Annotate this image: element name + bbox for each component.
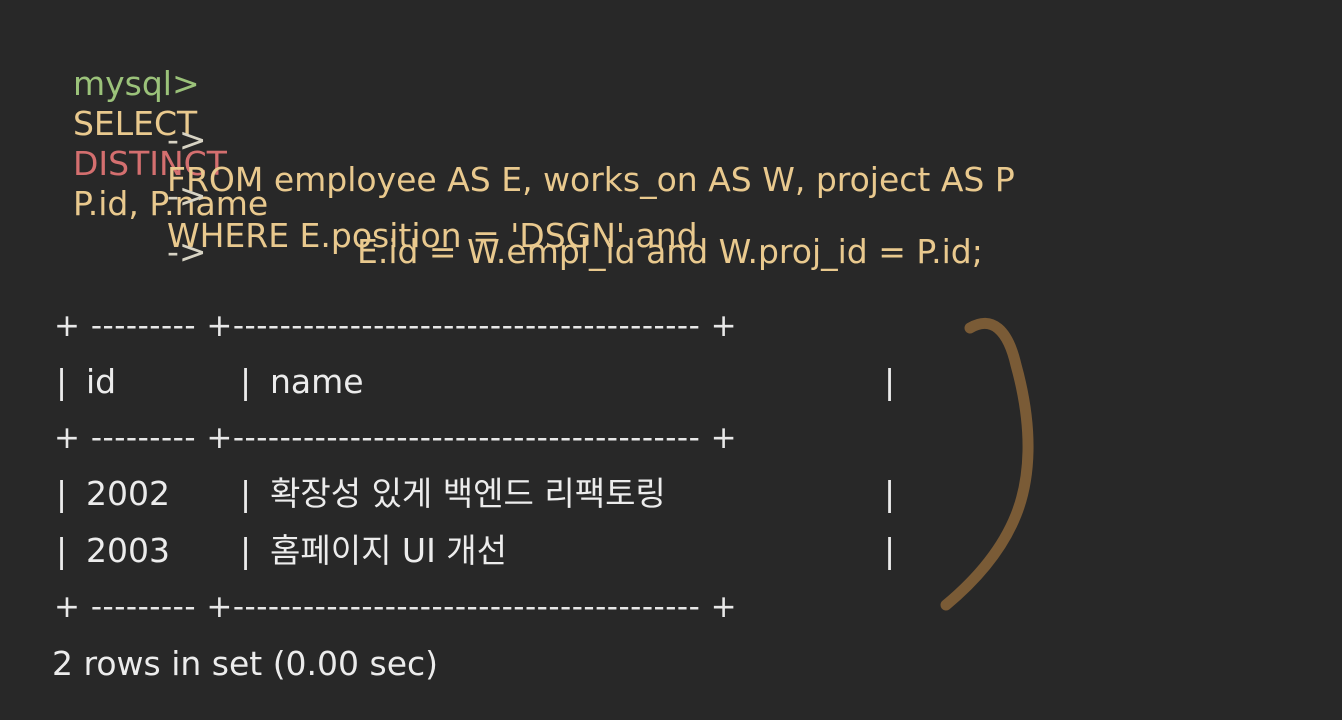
table-pipe: |: [240, 531, 252, 570]
row-id: 2003: [86, 531, 170, 570]
table-pipe: |: [240, 362, 252, 401]
table-pipe: |: [240, 474, 252, 513]
column-header-id: id: [86, 362, 117, 401]
table-pipe: |: [884, 474, 896, 513]
query-line-4-condition: E.id = W.empl_id and W.proj_id = P.id;: [336, 192, 983, 272]
table-pipe: |: [56, 474, 68, 513]
table-border-top: + --------- +---------------------------…: [54, 308, 738, 344]
table-pipe: |: [56, 362, 68, 401]
table-pipe: |: [56, 531, 68, 570]
table-border-bottom: + --------- +---------------------------…: [54, 589, 738, 625]
row-name: 확장성 있게 백엔드 리팩토링: [270, 474, 666, 513]
row-id: 2002: [86, 474, 170, 513]
row-name: 홈페이지 UI 개선: [270, 531, 508, 570]
column-header-name: name: [270, 362, 364, 401]
table-pipe: |: [884, 531, 896, 570]
table-border-header: + --------- +---------------------------…: [54, 420, 738, 456]
annotation-bracket: [940, 317, 1034, 611]
terminal-screen: { "query": { "prompt": "mysql>", "line1_…: [0, 0, 1342, 720]
query-line-4: ->: [146, 192, 207, 272]
result-footer: 2 rows in set (0.00 sec): [52, 644, 439, 683]
continuation-arrow: ->: [166, 232, 207, 271]
join-condition: E.id = W.empl_id and W.proj_id = P.id;: [356, 232, 983, 271]
annotation-stroke: [940, 317, 1034, 611]
table-pipe: |: [884, 362, 896, 401]
